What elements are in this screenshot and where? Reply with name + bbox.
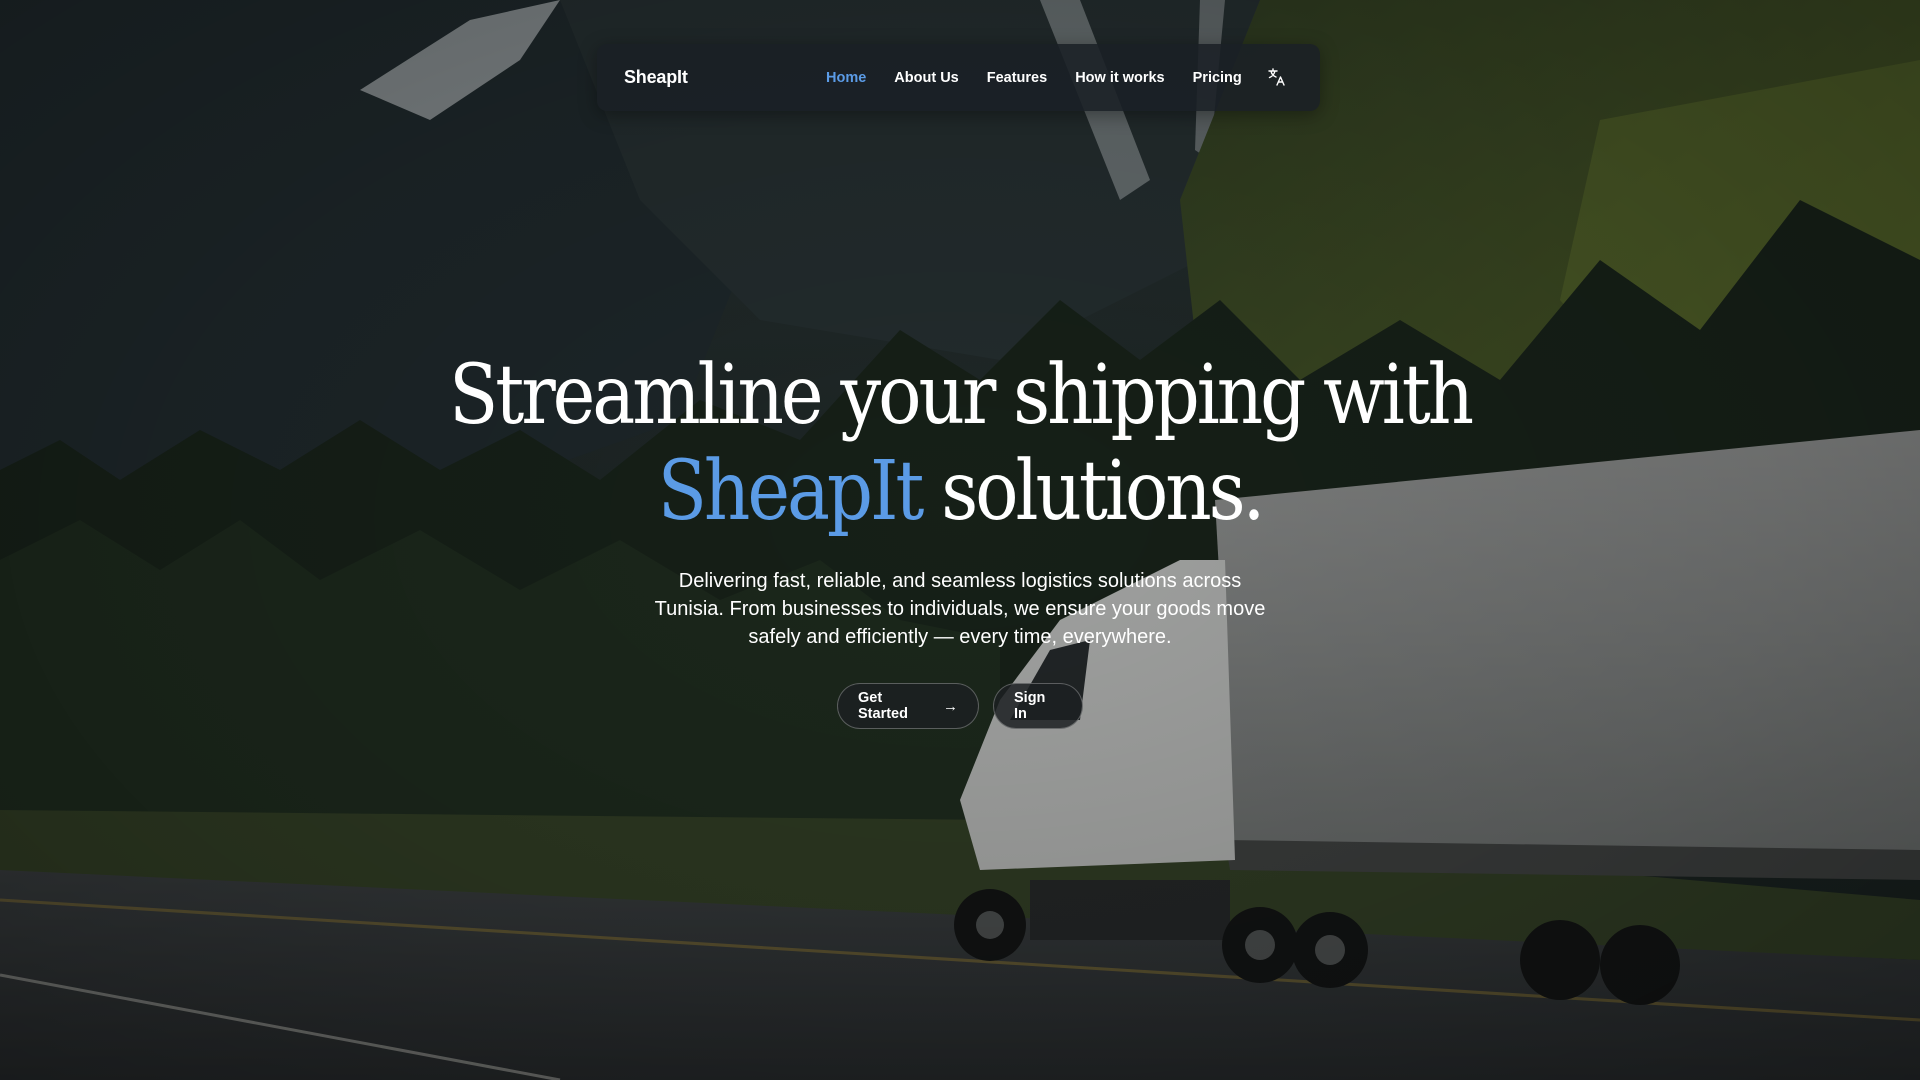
headline-line-1: Streamline your shipping with — [448, 348, 1474, 443]
hero-overlay — [0, 0, 1920, 1080]
headline-brand-accent: SheapIt — [657, 444, 925, 539]
headline-line-2: SheapIt solutions. — [115, 444, 1805, 540]
nav-link-pricing[interactable]: Pricing — [1193, 70, 1242, 86]
subtext-line-2: Tunisia. From businesses to individuals,… — [654, 598, 1266, 620]
hero-section: SheapIt Home About Us Features How it wo… — [0, 0, 1920, 1080]
nav-link-how-it-works[interactable]: How it works — [1075, 70, 1164, 86]
nav-link-about-us[interactable]: About Us — [894, 70, 958, 86]
nav-links: Home About Us Features How it works Pric… — [826, 44, 1242, 111]
nav-link-features[interactable]: Features — [987, 70, 1047, 86]
hero-actions: Get Started → Sign In — [837, 683, 1083, 729]
subtext-line-1: Delivering fast, reliable, and seamless … — [678, 570, 1242, 592]
headline-line-2-rest: solutions. — [941, 444, 1265, 539]
hero-subtext: Delivering fast, reliable, and seamless … — [610, 567, 1310, 651]
subtext-line-3: safely and efficiently — every time, eve… — [748, 626, 1172, 648]
sign-in-label: Sign In — [1014, 690, 1046, 722]
get-started-button[interactable]: Get Started → — [837, 683, 979, 729]
sign-in-button[interactable]: Sign In — [993, 683, 1083, 729]
translate-icon[interactable] — [1267, 67, 1287, 87]
hero-headline: Streamline your shipping with SheapIt so… — [115, 348, 1805, 540]
brand-logo[interactable]: SheapIt — [624, 44, 688, 111]
nav-link-home[interactable]: Home — [826, 70, 866, 86]
arrow-right-icon: → — [943, 697, 958, 715]
get-started-label: Get Started — [858, 690, 908, 722]
top-navbar: SheapIt Home About Us Features How it wo… — [597, 44, 1320, 111]
